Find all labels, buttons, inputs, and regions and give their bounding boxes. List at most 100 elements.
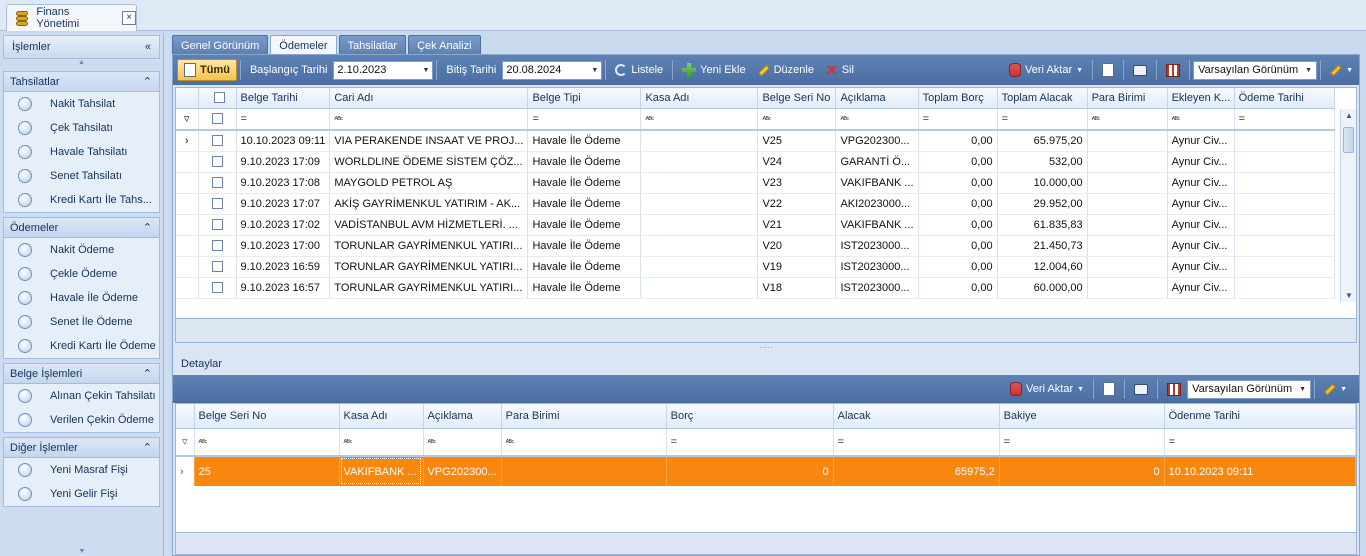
filter-cell[interactable]: ᴬᴮᶜ	[757, 108, 837, 131]
table-cell[interactable]: 65.975,20	[997, 130, 1088, 152]
table-cell[interactable]: VPG202300...	[423, 456, 502, 486]
table-cell[interactable]	[1087, 151, 1168, 173]
table-cell[interactable]: 9.10.2023 16:59	[236, 256, 331, 278]
table-row[interactable]: 9.10.2023 17:07 AKİŞ GAYRİMENKUL YATIRIM …	[176, 193, 1335, 215]
column-header[interactable]: Cari Adı	[329, 88, 529, 109]
column-chooser-button[interactable]	[1160, 59, 1186, 81]
details-export-button[interactable]: Veri Aktar ▼	[1004, 378, 1090, 400]
column-header[interactable]: Ekleyen K...	[1167, 88, 1235, 109]
table-cell[interactable]: 10.10.2023 09:11	[1164, 456, 1356, 486]
table-cell[interactable]: 9.10.2023 17:00	[236, 235, 331, 257]
table-cell[interactable]: AKİŞ GAYRİMENKUL YATIRIM - AK...	[329, 193, 529, 215]
nav-group-header[interactable]: Tahsilatlar ⌃	[4, 72, 159, 92]
table-cell[interactable]: Aynur Civ...	[1167, 277, 1235, 299]
table-cell[interactable]: IST2023000...	[835, 277, 919, 299]
chevron-up-icon[interactable]: ⌃	[143, 221, 152, 234]
column-header[interactable]: Belge Seri No	[194, 404, 340, 429]
table-cell[interactable]: 12.004,60	[997, 256, 1088, 278]
filter-cell[interactable]: =	[666, 428, 834, 457]
horizontal-splitter[interactable]: ·····	[173, 344, 1359, 352]
table-cell[interactable]: AKI2023000...	[835, 193, 919, 215]
table-cell[interactable]: Havale İle Ödeme	[527, 172, 642, 194]
column-header[interactable]: Kasa Adı	[640, 88, 759, 109]
details-print-button[interactable]	[1128, 378, 1154, 400]
column-header[interactable]: Toplam Alacak	[997, 88, 1088, 109]
nav-item[interactable]: Nakit Ödeme	[4, 238, 159, 262]
table-cell[interactable]: VIA PERAKENDE INSAAT VE PROJ...	[329, 130, 529, 152]
table-row[interactable]: 9.10.2023 17:02 VADİSTANBUL AVM HİZMETLER…	[176, 214, 1335, 236]
table-cell[interactable]	[640, 277, 759, 299]
tab-1[interactable]: Ödemeler	[270, 35, 337, 55]
nav-item[interactable]: Çek Tahsilatı	[4, 116, 159, 140]
scroll-up-icon[interactable]: ▲	[3, 59, 160, 67]
table-cell[interactable]: GARANTİ Ö...	[835, 151, 919, 173]
export-data-button[interactable]: Veri Aktar ▼	[1003, 59, 1089, 81]
table-cell[interactable]: V22	[757, 193, 837, 215]
table-cell[interactable]: VADİSTANBUL AVM HİZMETLERİ. ...	[329, 214, 529, 236]
table-cell[interactable]: MAYGOLD PETROL AŞ	[329, 172, 529, 194]
table-cell[interactable]: WORLDLINE ÖDEME SİSTEM ÇÖZ...	[329, 151, 529, 173]
table-cell[interactable]: 9.10.2023 17:08	[236, 172, 331, 194]
table-cell[interactable]: 25	[194, 456, 340, 486]
chevron-up-icon[interactable]: ⌃	[143, 367, 152, 380]
table-cell[interactable]	[501, 456, 667, 486]
edit-button[interactable]: Düzenle	[752, 59, 820, 81]
scrollbar-thumb[interactable]	[1343, 127, 1354, 153]
table-cell[interactable]: VAKIFBANK ...	[835, 172, 919, 194]
filter-cell[interactable]: ᴬᴮᶜ	[640, 108, 759, 131]
table-cell[interactable]: 0,00	[918, 130, 998, 152]
row-checkbox[interactable]	[211, 135, 223, 147]
table-cell[interactable]	[1234, 193, 1335, 215]
table-cell[interactable]: V25	[757, 130, 837, 152]
table-cell[interactable]: VPG202300...	[835, 130, 919, 152]
table-cell[interactable]	[1087, 214, 1168, 236]
column-header[interactable]: Belge Tipi	[527, 88, 642, 109]
table-cell[interactable]: V23	[757, 172, 837, 194]
column-header[interactable]: Ödeme Tarihi	[1234, 88, 1335, 109]
table-cell[interactable]: V20	[757, 235, 837, 257]
table-cell[interactable]: TORUNLAR GAYRİMENKUL YATIRI...	[329, 277, 529, 299]
row-checkbox[interactable]	[211, 156, 223, 168]
table-row[interactable]: 9.10.2023 17:00 TORUNLAR GAYRİMENKUL YATI…	[176, 235, 1335, 257]
table-cell[interactable]	[640, 130, 759, 152]
nav-item[interactable]: Kredi Kartı İle Tahs...	[4, 188, 159, 212]
table-cell[interactable]: Havale İle Ödeme	[527, 193, 642, 215]
column-header[interactable]: Borç	[666, 404, 834, 429]
details-print-preview-button[interactable]	[1097, 378, 1121, 400]
table-row[interactable]: 9.10.2023 16:59 TORUNLAR GAYRİMENKUL YATI…	[176, 256, 1335, 278]
table-cell[interactable]: Havale İle Ödeme	[527, 235, 642, 257]
table-cell[interactable]: 10.000,00	[997, 172, 1088, 194]
table-cell[interactable]: 9.10.2023 16:57	[236, 277, 331, 299]
details-view-select[interactable]: Varsayılan Görünüm ▼	[1187, 379, 1312, 399]
column-header[interactable]: Alacak	[833, 404, 1000, 429]
filter-cell[interactable]: =	[1234, 108, 1335, 131]
filter-cell[interactable]: ᴬᴮᶜ	[423, 428, 502, 457]
document-tab-finance[interactable]: Finans Yönetimi ×	[6, 4, 137, 31]
filter-checkbox[interactable]	[211, 113, 223, 125]
nav-item[interactable]: Senet Tahsilatı	[4, 164, 159, 188]
table-cell[interactable]: Havale İle Ödeme	[527, 130, 642, 152]
filter-cell[interactable]: ᴬᴮᶜ	[339, 428, 424, 457]
filter-cell[interactable]: ᴬᴮᶜ	[1087, 108, 1168, 131]
filter-cell[interactable]: =	[997, 108, 1088, 131]
table-cell[interactable]	[640, 172, 759, 194]
column-header[interactable]: Para Birimi	[501, 404, 667, 429]
table-cell[interactable]	[640, 214, 759, 236]
column-header[interactable]: Belge Seri No	[757, 88, 837, 109]
table-cell[interactable]: 61.835,83	[997, 214, 1088, 236]
table-cell[interactable]: 29.952,00	[997, 193, 1088, 215]
add-new-button[interactable]: Yeni Ekle	[676, 59, 751, 81]
nav-group-header[interactable]: Belge İşlemleri ⌃	[4, 364, 159, 384]
table-cell[interactable]: Havale İle Ödeme	[527, 214, 642, 236]
nav-item[interactable]: Havale İle Ödeme	[4, 286, 159, 310]
table-cell[interactable]: Aynur Civ...	[1167, 151, 1235, 173]
table-cell[interactable]: TORUNLAR GAYRİMENKUL YATIRI...	[329, 235, 529, 257]
table-cell[interactable]	[1087, 235, 1168, 257]
table-cell[interactable]: 0,00	[918, 214, 998, 236]
table-cell[interactable]: V21	[757, 214, 837, 236]
table-cell[interactable]	[1234, 256, 1335, 278]
table-cell[interactable]: Havale İle Ödeme	[527, 256, 642, 278]
column-header[interactable]: Ödenme Tarihi	[1164, 404, 1356, 429]
nav-item[interactable]: Havale Tahsilatı	[4, 140, 159, 164]
table-cell[interactable]: V19	[757, 256, 837, 278]
